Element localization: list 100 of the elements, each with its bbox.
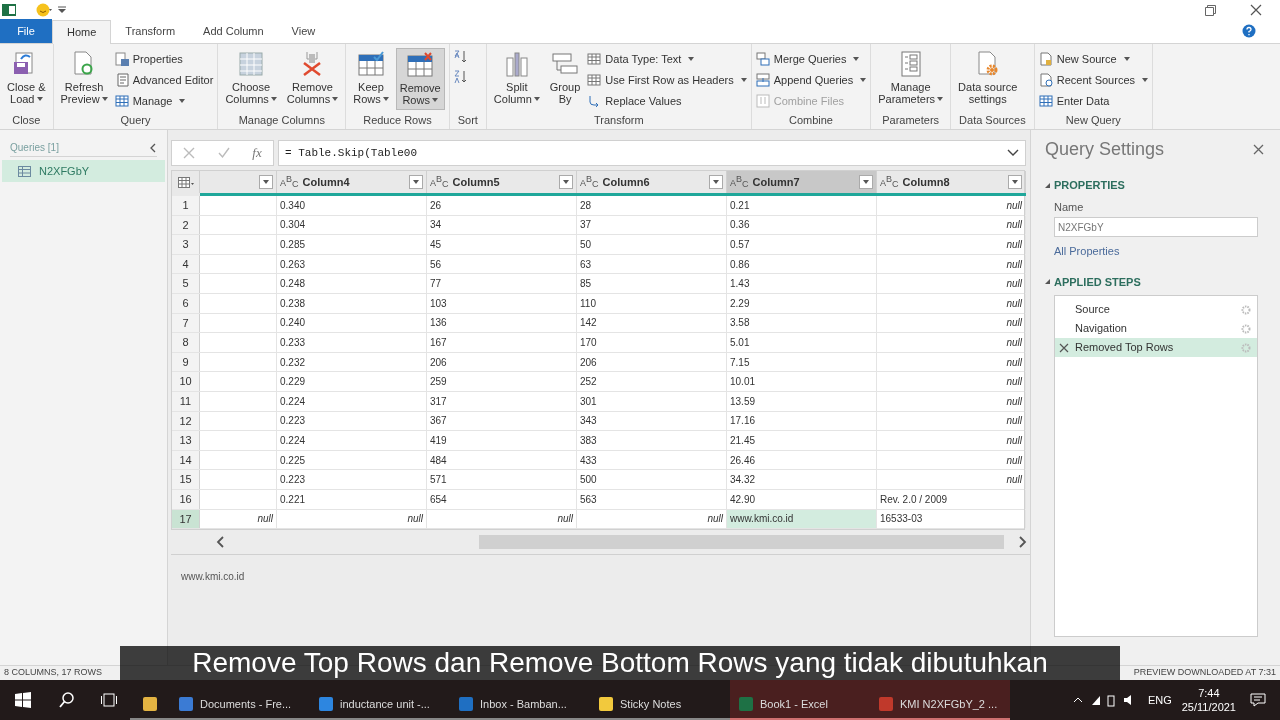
clock[interactable]: 7:44 25/11/2021 bbox=[1181, 686, 1236, 714]
type-icon[interactable]: ABC bbox=[280, 175, 299, 189]
ribbon-button[interactable]: Replace Values bbox=[587, 92, 747, 110]
ribbon-button[interactable]: Manage Parameters bbox=[875, 48, 947, 110]
table-cell: 2.29 bbox=[727, 293, 877, 313]
table-cell: 28 bbox=[577, 196, 727, 215]
smiley-icon[interactable] bbox=[36, 3, 52, 17]
filter-button[interactable] bbox=[1008, 175, 1022, 189]
row-number[interactable]: 15 bbox=[172, 470, 200, 489]
ribbon-button[interactable]: Append Queries bbox=[755, 71, 867, 89]
applied-step[interactable]: Removed Top Rows bbox=[1055, 338, 1257, 357]
properties-link[interactable]: All Properties bbox=[1054, 243, 1258, 260]
caret-icon bbox=[413, 180, 419, 184]
customize-menu-icon[interactable] bbox=[58, 6, 66, 14]
row-number[interactable]: 5 bbox=[172, 274, 200, 293]
cell-preview: www.kmi.co.id bbox=[181, 571, 245, 583]
filter-button[interactable] bbox=[409, 175, 423, 189]
ribbon-tab[interactable]: Add Column bbox=[189, 19, 278, 43]
table-cell: null bbox=[200, 509, 277, 529]
sort-button[interactable] bbox=[453, 70, 468, 86]
ribbon-button[interactable]: Enter Data bbox=[1038, 92, 1148, 110]
help-icon[interactable] bbox=[1242, 24, 1256, 38]
formula-field[interactable]: = Table.Skip(Table00 bbox=[278, 140, 1026, 166]
taskbar-button[interactable]: Book1 - Excel bbox=[730, 680, 870, 720]
table-cell: 0.36 bbox=[727, 215, 877, 235]
merge-icon bbox=[755, 52, 770, 66]
function-button[interactable]: fx bbox=[252, 143, 262, 163]
filter-button[interactable] bbox=[859, 175, 873, 189]
restore-icon[interactable] bbox=[1205, 4, 1216, 16]
table-cell: null bbox=[877, 470, 1026, 489]
ribbon-button[interactable]: Manage bbox=[114, 92, 214, 110]
query-item[interactable]: N2XFGbY bbox=[2, 160, 165, 182]
ribbon-button[interactable]: Recent Sources bbox=[1038, 71, 1148, 89]
table-cell: 343 bbox=[577, 411, 727, 431]
ribbon-button[interactable]: Keep Rows bbox=[350, 48, 392, 110]
ribbon-button[interactable]: Properties bbox=[114, 50, 214, 68]
notification-icon[interactable] bbox=[1250, 693, 1266, 707]
ribbon-button[interactable]: Remove Rows bbox=[395, 48, 445, 110]
ribbon-tab[interactable]: Transform bbox=[111, 19, 190, 43]
panel-title: Query Settings bbox=[1045, 138, 1165, 161]
ribbon-button[interactable]: Merge Queries bbox=[755, 50, 867, 68]
ribbon-tab[interactable]: Home bbox=[52, 20, 112, 44]
ribbon-button[interactable]: New Source bbox=[1038, 50, 1148, 68]
group-label: Reduce Rows bbox=[362, 113, 433, 128]
filter-button[interactable] bbox=[559, 175, 573, 189]
section-heading: APPLIED STEPS bbox=[1054, 274, 1141, 290]
delete-icon[interactable] bbox=[1059, 342, 1069, 353]
scroll-right-icon[interactable] bbox=[1018, 536, 1028, 549]
group-label: Parameters bbox=[881, 113, 941, 128]
spreadsheet-icon[interactable] bbox=[2, 3, 16, 17]
ribbon-button[interactable]: Choose Columns bbox=[222, 48, 280, 110]
file-tab[interactable]: File bbox=[0, 19, 52, 43]
start-icon[interactable] bbox=[15, 692, 31, 708]
caret-icon bbox=[1012, 180, 1018, 184]
task-view-icon[interactable] bbox=[101, 693, 117, 707]
type-icon[interactable]: ABC bbox=[730, 175, 749, 189]
table-cell: 0.223 bbox=[277, 411, 427, 431]
scrollbar-thumb[interactable] bbox=[479, 535, 1004, 550]
expanded-icon[interactable] bbox=[1045, 279, 1050, 285]
table-cell: 42.90 bbox=[727, 489, 877, 509]
table-cell: 0.224 bbox=[277, 431, 427, 450]
close-icon[interactable] bbox=[1253, 144, 1264, 155]
ribbon-button[interactable]: Refresh Preview bbox=[57, 48, 111, 110]
table-cell: 7.15 bbox=[727, 352, 877, 372]
table-cell: null bbox=[877, 235, 1026, 254]
search-icon[interactable] bbox=[59, 692, 75, 708]
ribbon-tab[interactable]: View bbox=[277, 19, 330, 43]
language-indicator[interactable]: ENG bbox=[1147, 691, 1172, 709]
type-icon[interactable]: ABC bbox=[430, 175, 449, 189]
row-number[interactable]: 13 bbox=[172, 431, 200, 450]
taskbar-button[interactable]: KMI N2XFGbY_2 ... bbox=[870, 680, 1010, 720]
row-number[interactable]: 10 bbox=[172, 372, 200, 391]
ribbon-button[interactable]: Use First Row as Headers bbox=[587, 71, 747, 89]
ribbon-button[interactable]: Data source settings bbox=[955, 48, 1021, 110]
expanded-icon[interactable] bbox=[1045, 182, 1050, 188]
applied-step[interactable]: Source bbox=[1055, 300, 1257, 319]
filter-button[interactable] bbox=[709, 175, 723, 189]
type-icon[interactable]: ABC bbox=[880, 175, 899, 189]
row-number[interactable]: 8 bbox=[172, 333, 200, 352]
row-number[interactable]: 1 bbox=[172, 196, 200, 215]
row-number[interactable]: 3 bbox=[172, 235, 200, 254]
ribbon-button[interactable]: Group By bbox=[546, 48, 584, 110]
ribbon-button[interactable]: Remove Columns bbox=[283, 48, 342, 110]
name-field[interactable]: N2XFGbY bbox=[1054, 217, 1258, 237]
table-cell: 16533-03 bbox=[877, 509, 1026, 529]
ribbon-button[interactable]: Split Column bbox=[490, 48, 543, 110]
check-icon[interactable] bbox=[217, 147, 230, 159]
ribbon-button[interactable]: Data Type: Text bbox=[587, 50, 747, 68]
filter-button[interactable] bbox=[259, 175, 273, 189]
scroll-left-icon[interactable] bbox=[215, 536, 225, 549]
type-icon[interactable]: ABC bbox=[580, 175, 599, 189]
applied-step[interactable]: Navigation bbox=[1055, 319, 1257, 338]
caret-icon bbox=[563, 180, 569, 184]
table-cell: null bbox=[877, 254, 1026, 274]
table-cell: 103 bbox=[427, 293, 577, 313]
collapse-icon[interactable] bbox=[149, 142, 157, 153]
column-header[interactable]: ABC Column7 bbox=[727, 171, 877, 193]
close-icon[interactable] bbox=[1250, 4, 1262, 16]
ribbon-button[interactable]: Close & Load bbox=[4, 48, 49, 110]
ribbon-button[interactable]: Advanced Editor bbox=[114, 71, 214, 89]
